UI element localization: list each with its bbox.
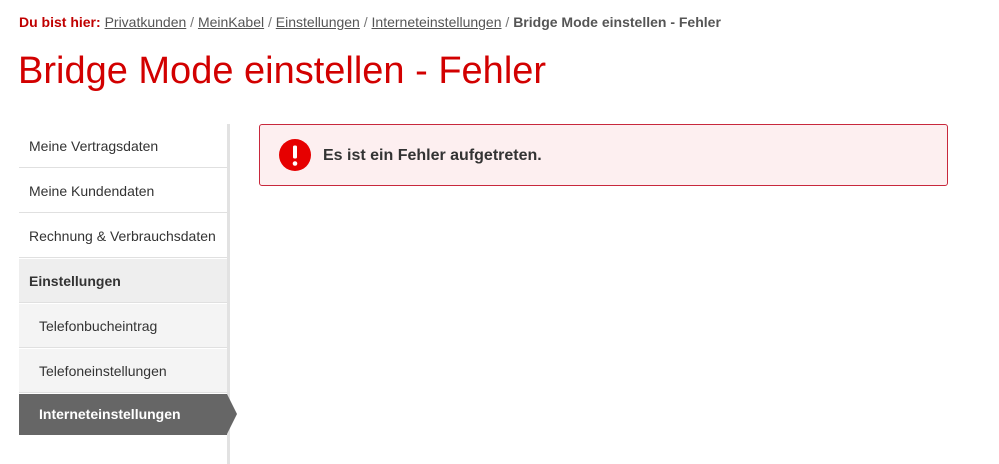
breadcrumb-link-interneteinstellungen[interactable]: Interneteinstellungen bbox=[372, 14, 502, 30]
active-indicator-arrow bbox=[227, 394, 237, 434]
error-message: Es ist ein Fehler aufgetreten. bbox=[323, 147, 542, 164]
sidebar-item-interneteinstellungen[interactable]: Interneteinstellungen bbox=[19, 394, 237, 435]
breadcrumb-separator: / bbox=[505, 14, 510, 30]
sidebar-item-rechnung[interactable]: Rechnung & Verbrauchsdaten bbox=[19, 214, 227, 258]
sidebar-item-telefonbucheintrag[interactable]: Telefonbucheintrag bbox=[19, 304, 227, 348]
breadcrumb-link-privatkunden[interactable]: Privatkunden bbox=[105, 14, 187, 30]
breadcrumb-link-einstellungen[interactable]: Einstellungen bbox=[276, 14, 360, 30]
sidebar-nav: Meine Vertragsdaten Meine Kundendaten Re… bbox=[19, 124, 259, 464]
sidebar-item-vertragsdaten[interactable]: Meine Vertragsdaten bbox=[19, 124, 227, 168]
breadcrumb-current: Bridge Mode einstellen - Fehler bbox=[513, 14, 721, 30]
breadcrumb: Du bist hier: Privatkunden / MeinKabel /… bbox=[19, 13, 721, 31]
error-icon bbox=[279, 139, 311, 171]
sidebar-item-kundendaten[interactable]: Meine Kundendaten bbox=[19, 169, 227, 213]
breadcrumb-separator: / bbox=[363, 14, 368, 30]
breadcrumb-separator: / bbox=[268, 14, 272, 30]
sidebar-item-label: Interneteinstellungen bbox=[39, 406, 181, 422]
sidebar-item-telefoneinstellungen[interactable]: Telefoneinstellungen bbox=[19, 349, 227, 393]
breadcrumb-separator: / bbox=[190, 14, 195, 30]
error-alert: Es ist ein Fehler aufgetreten. bbox=[259, 124, 948, 186]
sidebar-item-einstellungen[interactable]: Einstellungen bbox=[19, 259, 227, 303]
breadcrumb-link-meinkabel[interactable]: MeinKabel bbox=[198, 14, 264, 30]
breadcrumb-prefix: Du bist hier: bbox=[19, 14, 101, 30]
page-title: Bridge Mode einstellen - Fehler bbox=[18, 50, 547, 92]
